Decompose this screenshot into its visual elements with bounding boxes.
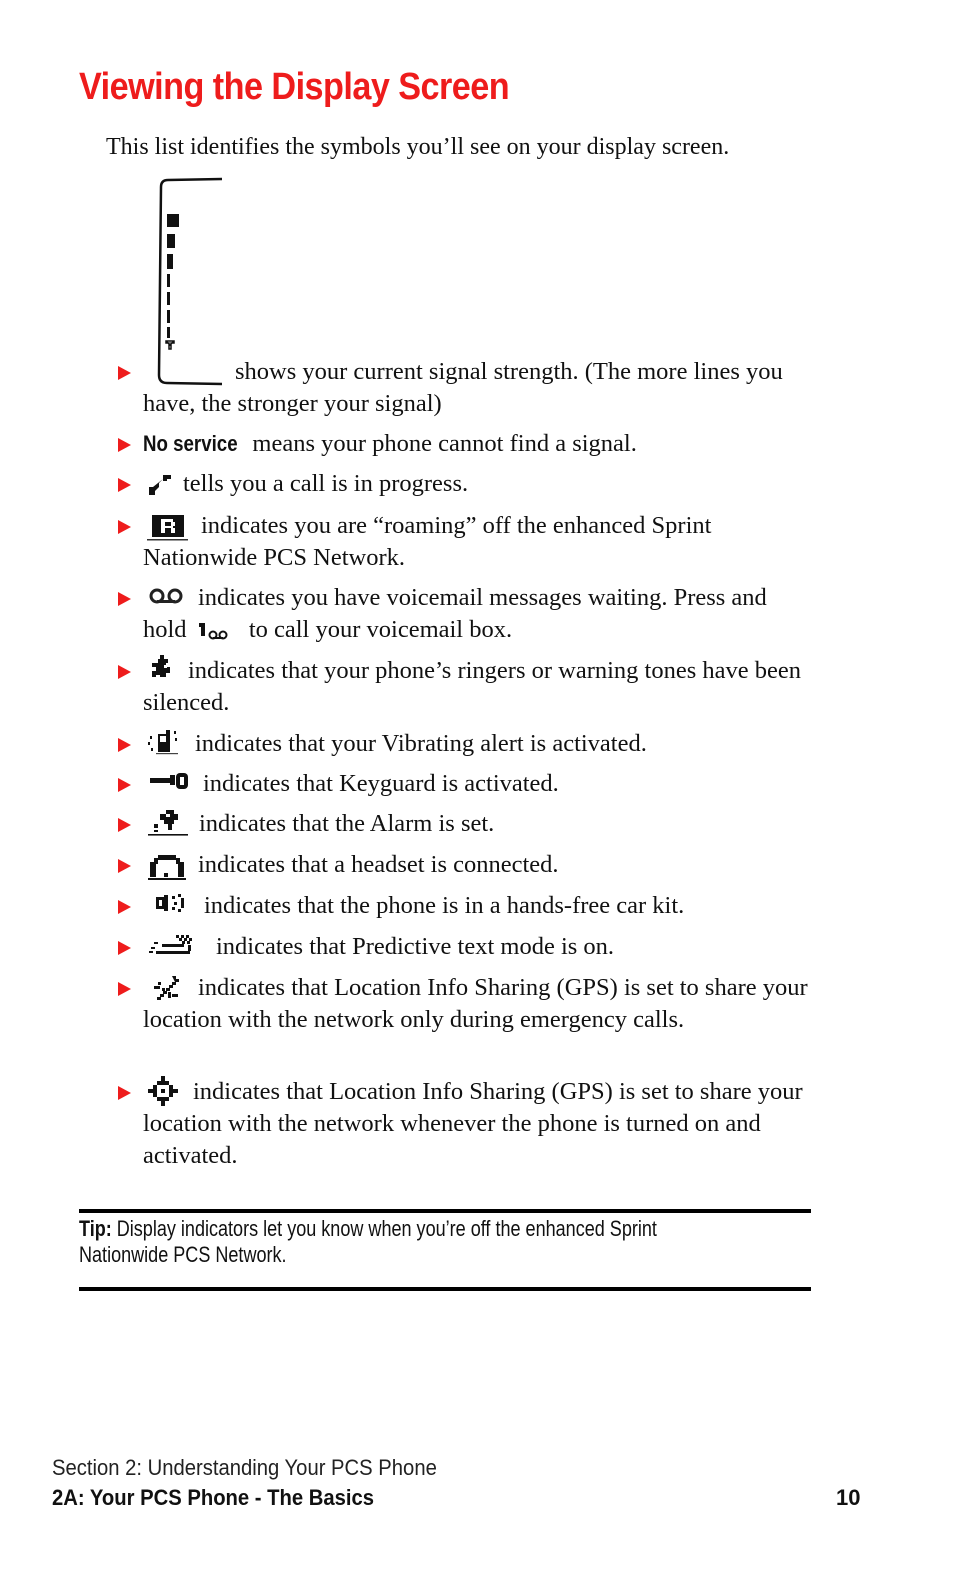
item-text: indicates that Predictive text mode is o… (216, 933, 615, 960)
bullet-arrow-icon (118, 366, 131, 380)
item-text-continued: to call your voicemail box. (248, 616, 513, 643)
bullet-arrow-icon (118, 478, 131, 492)
item-text: tells you a call is in progress. (183, 470, 469, 497)
item-text: indicates that the Alarm is set. (199, 810, 495, 837)
keyguard-icon (150, 773, 188, 789)
footer-chapter-title: 2A: Your PCS Phone - The Basics (52, 1485, 375, 1510)
roaming-icon (147, 515, 188, 541)
bullet-arrow-icon (118, 1086, 131, 1100)
car-kit-icon (156, 894, 184, 912)
tip-body: Display indicators let you know when you… (79, 1216, 657, 1267)
bullet-arrow-icon (118, 859, 131, 873)
bullet-arrow-icon (118, 738, 131, 752)
item-text: indicates that Location Info Sharing (GP… (143, 1078, 803, 1169)
page-title: Viewing the Display Screen (79, 66, 510, 108)
bullet-arrow-icon (118, 941, 131, 955)
bullet-arrow-icon (118, 900, 131, 914)
item-text: indicates you are “roaming” off the enha… (143, 512, 712, 571)
tip-text: Tip: Display indicators let you know whe… (79, 1216, 702, 1268)
item-text: indicates that the phone is in a hands-f… (204, 892, 685, 919)
predictive-text-icon (149, 935, 192, 954)
voicemail-icon (149, 588, 183, 604)
intro-text: This list identifies the symbols you’ll … (106, 134, 730, 160)
item-text: indicates that Keyguard is activated. (203, 770, 559, 797)
item-text: shows your current signal strength. (The… (143, 358, 783, 417)
item-text: means your phone cannot find a signal. (252, 430, 637, 457)
key-1-voicemail-icon (198, 623, 228, 640)
gps-emergency-icon (154, 976, 179, 1000)
tip-top-rule (79, 1209, 811, 1213)
bullet-arrow-icon (118, 592, 131, 606)
gps-on-icon (148, 1076, 178, 1106)
bullet-arrow-icon (118, 665, 131, 679)
vibrate-icon (148, 730, 178, 755)
item-text: indicates that your phone’s ringers or w… (143, 657, 802, 716)
ringer-silenced-icon (152, 655, 170, 677)
no-service-label: No service (143, 431, 238, 456)
tip-bottom-rule (79, 1287, 811, 1291)
bullet-arrow-icon (118, 520, 131, 534)
page-number: 10 (836, 1485, 861, 1510)
headset-icon (148, 855, 186, 880)
item-text: indicates that a headset is connected. (198, 851, 559, 878)
tip-label: Tip: (79, 1216, 112, 1241)
bullet-arrow-icon (118, 438, 131, 452)
item-text: indicates that your Vibrating alert is a… (195, 730, 647, 757)
bullet-arrow-icon (118, 778, 131, 792)
alarm-icon (148, 810, 188, 836)
call-in-progress-icon (149, 475, 171, 496)
bullet-arrow-icon (118, 818, 131, 832)
footer-section-title: Section 2: Understanding Your PCS Phone (52, 1455, 437, 1480)
item-text: indicates that Location Info Sharing (GP… (143, 974, 808, 1033)
bullet-arrow-icon (118, 982, 131, 996)
